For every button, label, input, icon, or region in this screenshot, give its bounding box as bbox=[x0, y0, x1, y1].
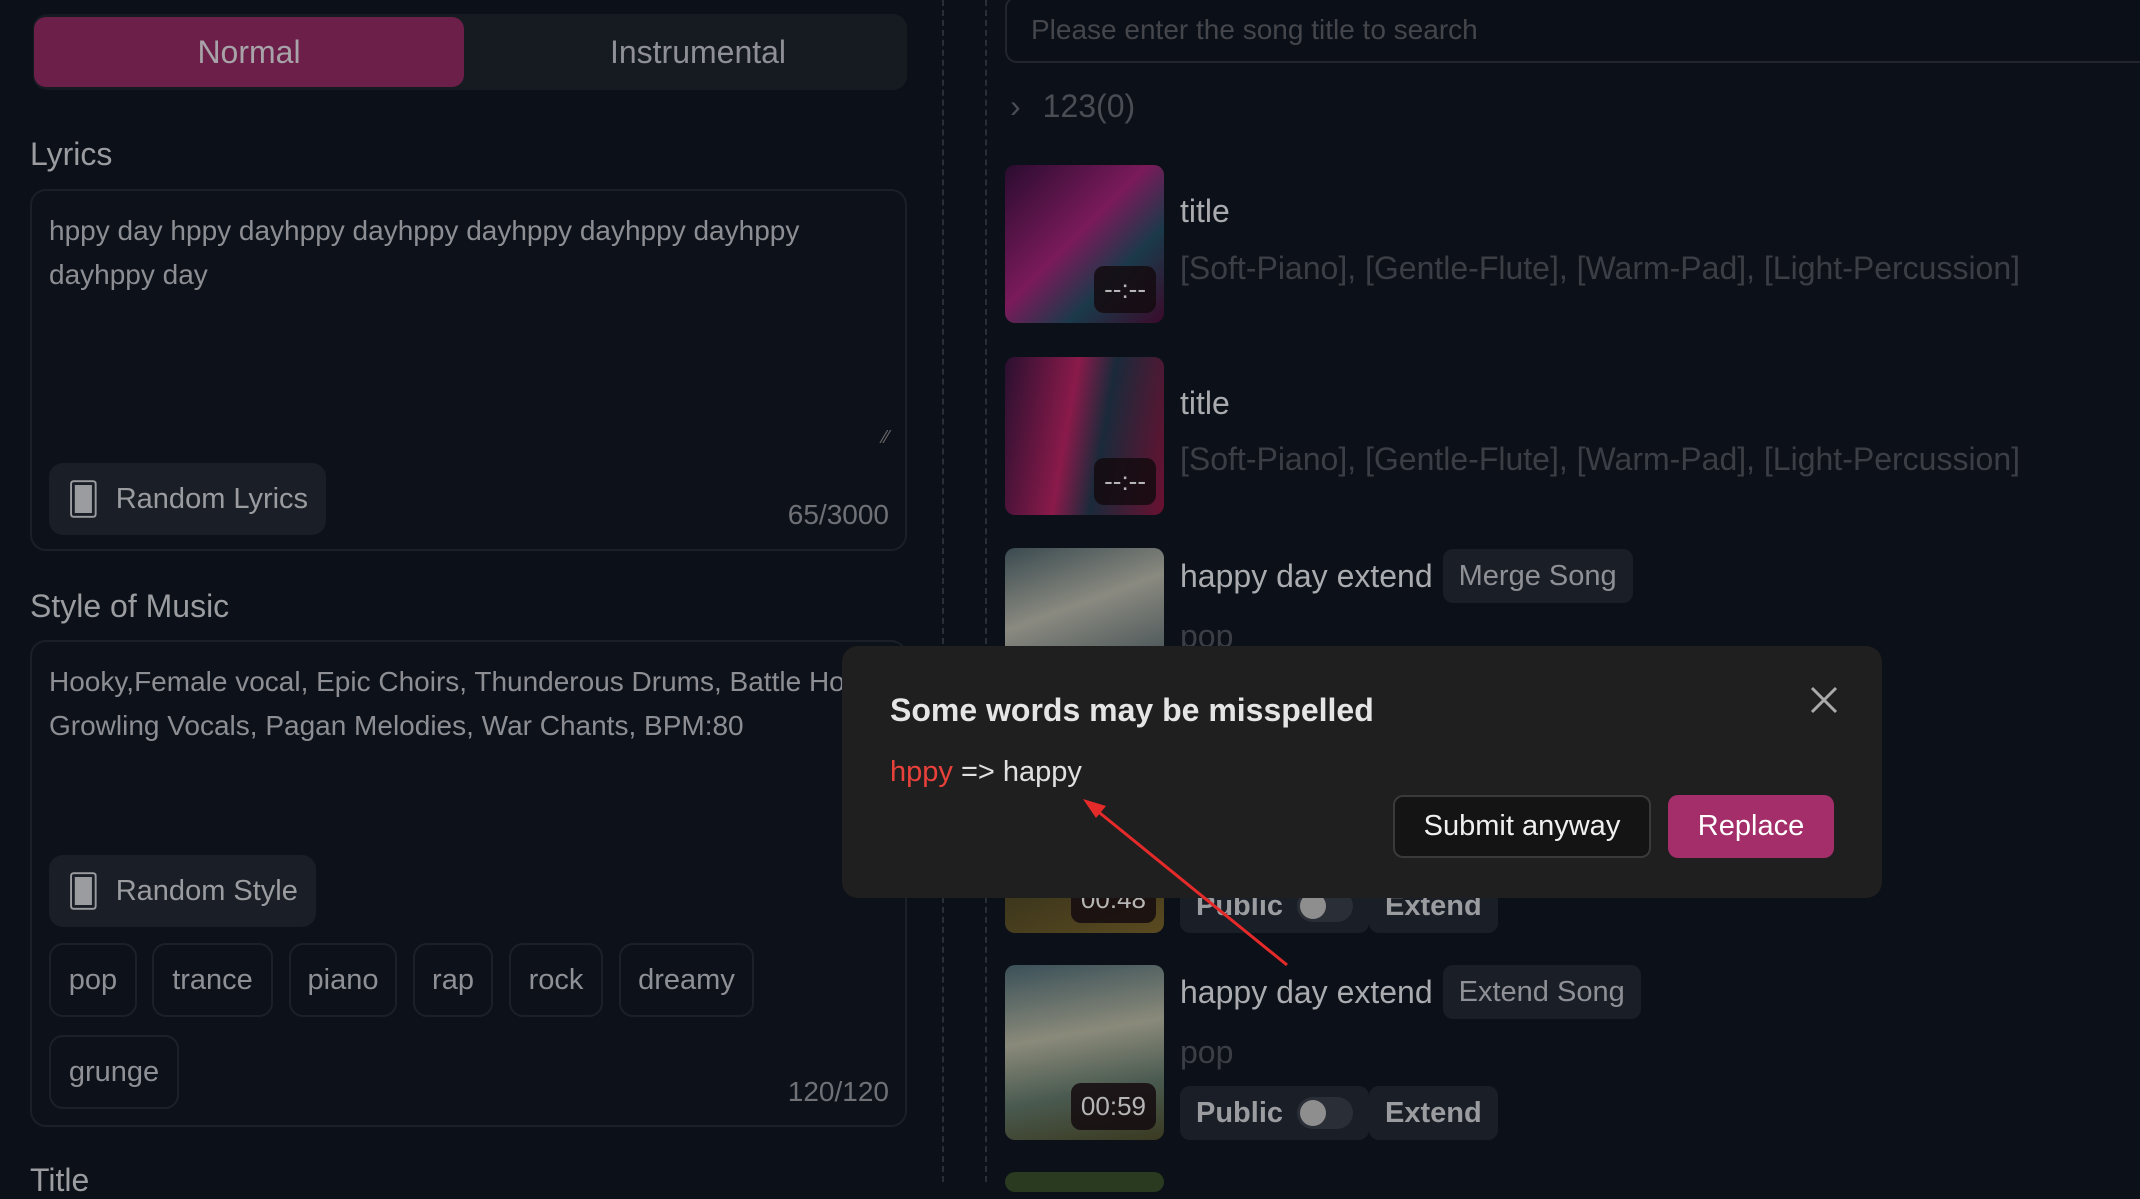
annotation-arrow-icon bbox=[1083, 799, 1288, 967]
